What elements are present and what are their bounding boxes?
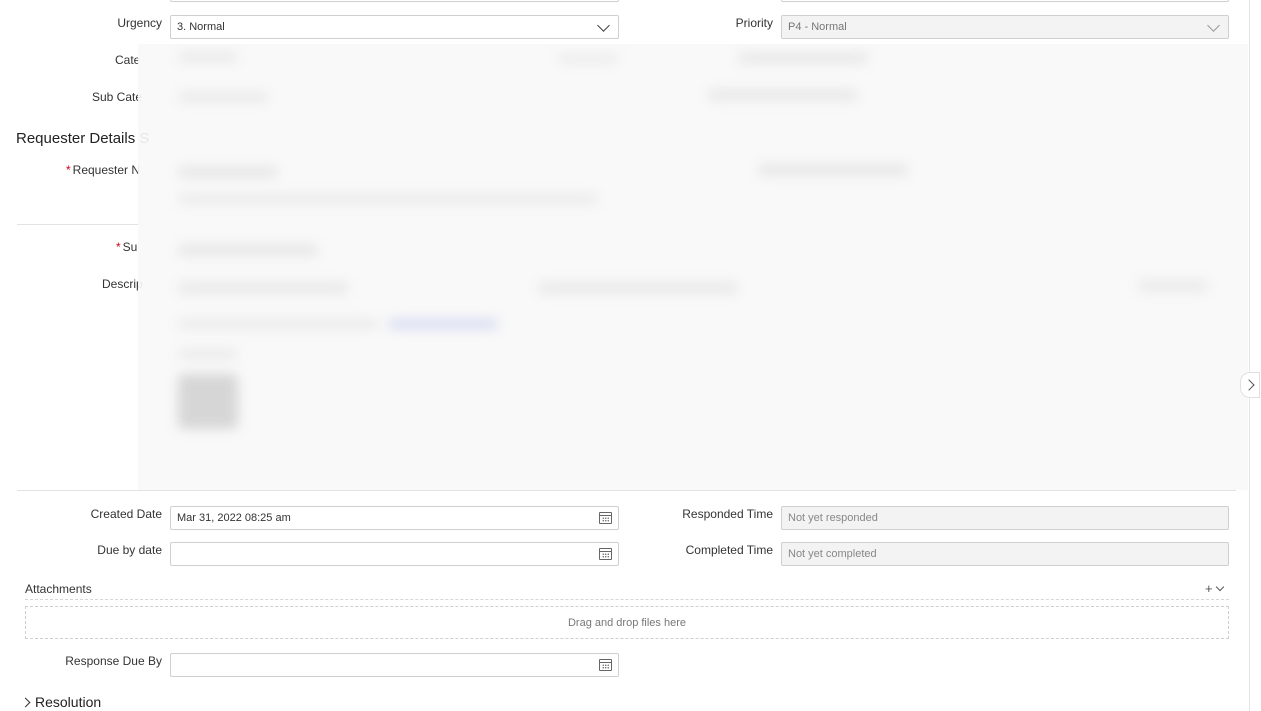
chevron-down-icon	[597, 18, 610, 32]
created-date-value: Mar 31, 2022 08:25 am	[177, 512, 291, 524]
calendar-icon[interactable]	[599, 548, 612, 560]
completed-time-field: Not yet completed	[781, 542, 1229, 566]
due-by-date-label: Due by date	[97, 543, 162, 557]
attachments-label: Attachments	[25, 582, 92, 596]
urgency-select[interactable]: 3. Normal	[170, 15, 619, 39]
responded-time-label: Responded Time	[682, 507, 773, 521]
description-label: Descrip	[102, 277, 143, 291]
requester-name-label: * Requester N	[66, 163, 141, 177]
chevron-down-icon	[1207, 18, 1220, 32]
attachments-add-button[interactable]: +	[1205, 581, 1224, 596]
calendar-icon[interactable]	[599, 659, 612, 671]
section-divider	[17, 224, 142, 225]
completed-time-label: Completed Time	[685, 543, 773, 557]
response-due-by-label: Response Due By	[65, 654, 162, 668]
attachments-dropzone[interactable]: Drag and drop files here	[25, 606, 1229, 639]
chevron-right-icon	[20, 697, 31, 707]
category-label: Cate	[115, 53, 141, 67]
side-panel-toggle[interactable]	[1240, 372, 1260, 398]
resolution-title: Resolution	[35, 694, 102, 710]
calendar-icon[interactable]	[599, 512, 612, 524]
priority-value: P4 - Normal	[788, 21, 847, 33]
urgency-label: Urgency	[117, 16, 162, 30]
plus-icon: +	[1205, 581, 1213, 596]
required-marker: *	[116, 240, 121, 254]
priority-label: Priority	[735, 16, 773, 30]
top-left-field-partial	[170, 0, 619, 2]
created-date-label: Created Date	[90, 507, 162, 521]
right-panel-border	[1249, 0, 1250, 711]
required-marker: *	[66, 163, 71, 177]
attachments-divider	[25, 599, 1229, 600]
top-right-field-partial	[781, 0, 1229, 2]
blurred-content-region	[138, 44, 1248, 490]
priority-select[interactable]: P4 - Normal	[781, 15, 1229, 39]
response-due-by-input[interactable]	[170, 653, 619, 677]
requester-details-title: Requester Details S	[16, 130, 150, 147]
completed-time-value: Not yet completed	[788, 548, 877, 560]
urgency-value: 3. Normal	[177, 21, 225, 33]
responded-time-field: Not yet responded	[781, 506, 1229, 530]
chevron-right-icon	[1242, 379, 1255, 391]
sub-category-label: Sub Cate	[92, 90, 143, 104]
created-date-input[interactable]: Mar 31, 2022 08:25 am	[170, 506, 619, 530]
subject-label: * Su	[116, 240, 138, 254]
form-divider	[17, 490, 1236, 491]
resolution-toggle[interactable]: Resolution	[20, 694, 102, 710]
due-by-date-input[interactable]	[170, 542, 619, 566]
dropzone-text: Drag and drop files here	[567, 616, 686, 629]
responded-time-value: Not yet responded	[788, 512, 878, 524]
chevron-down-icon	[1215, 582, 1224, 592]
